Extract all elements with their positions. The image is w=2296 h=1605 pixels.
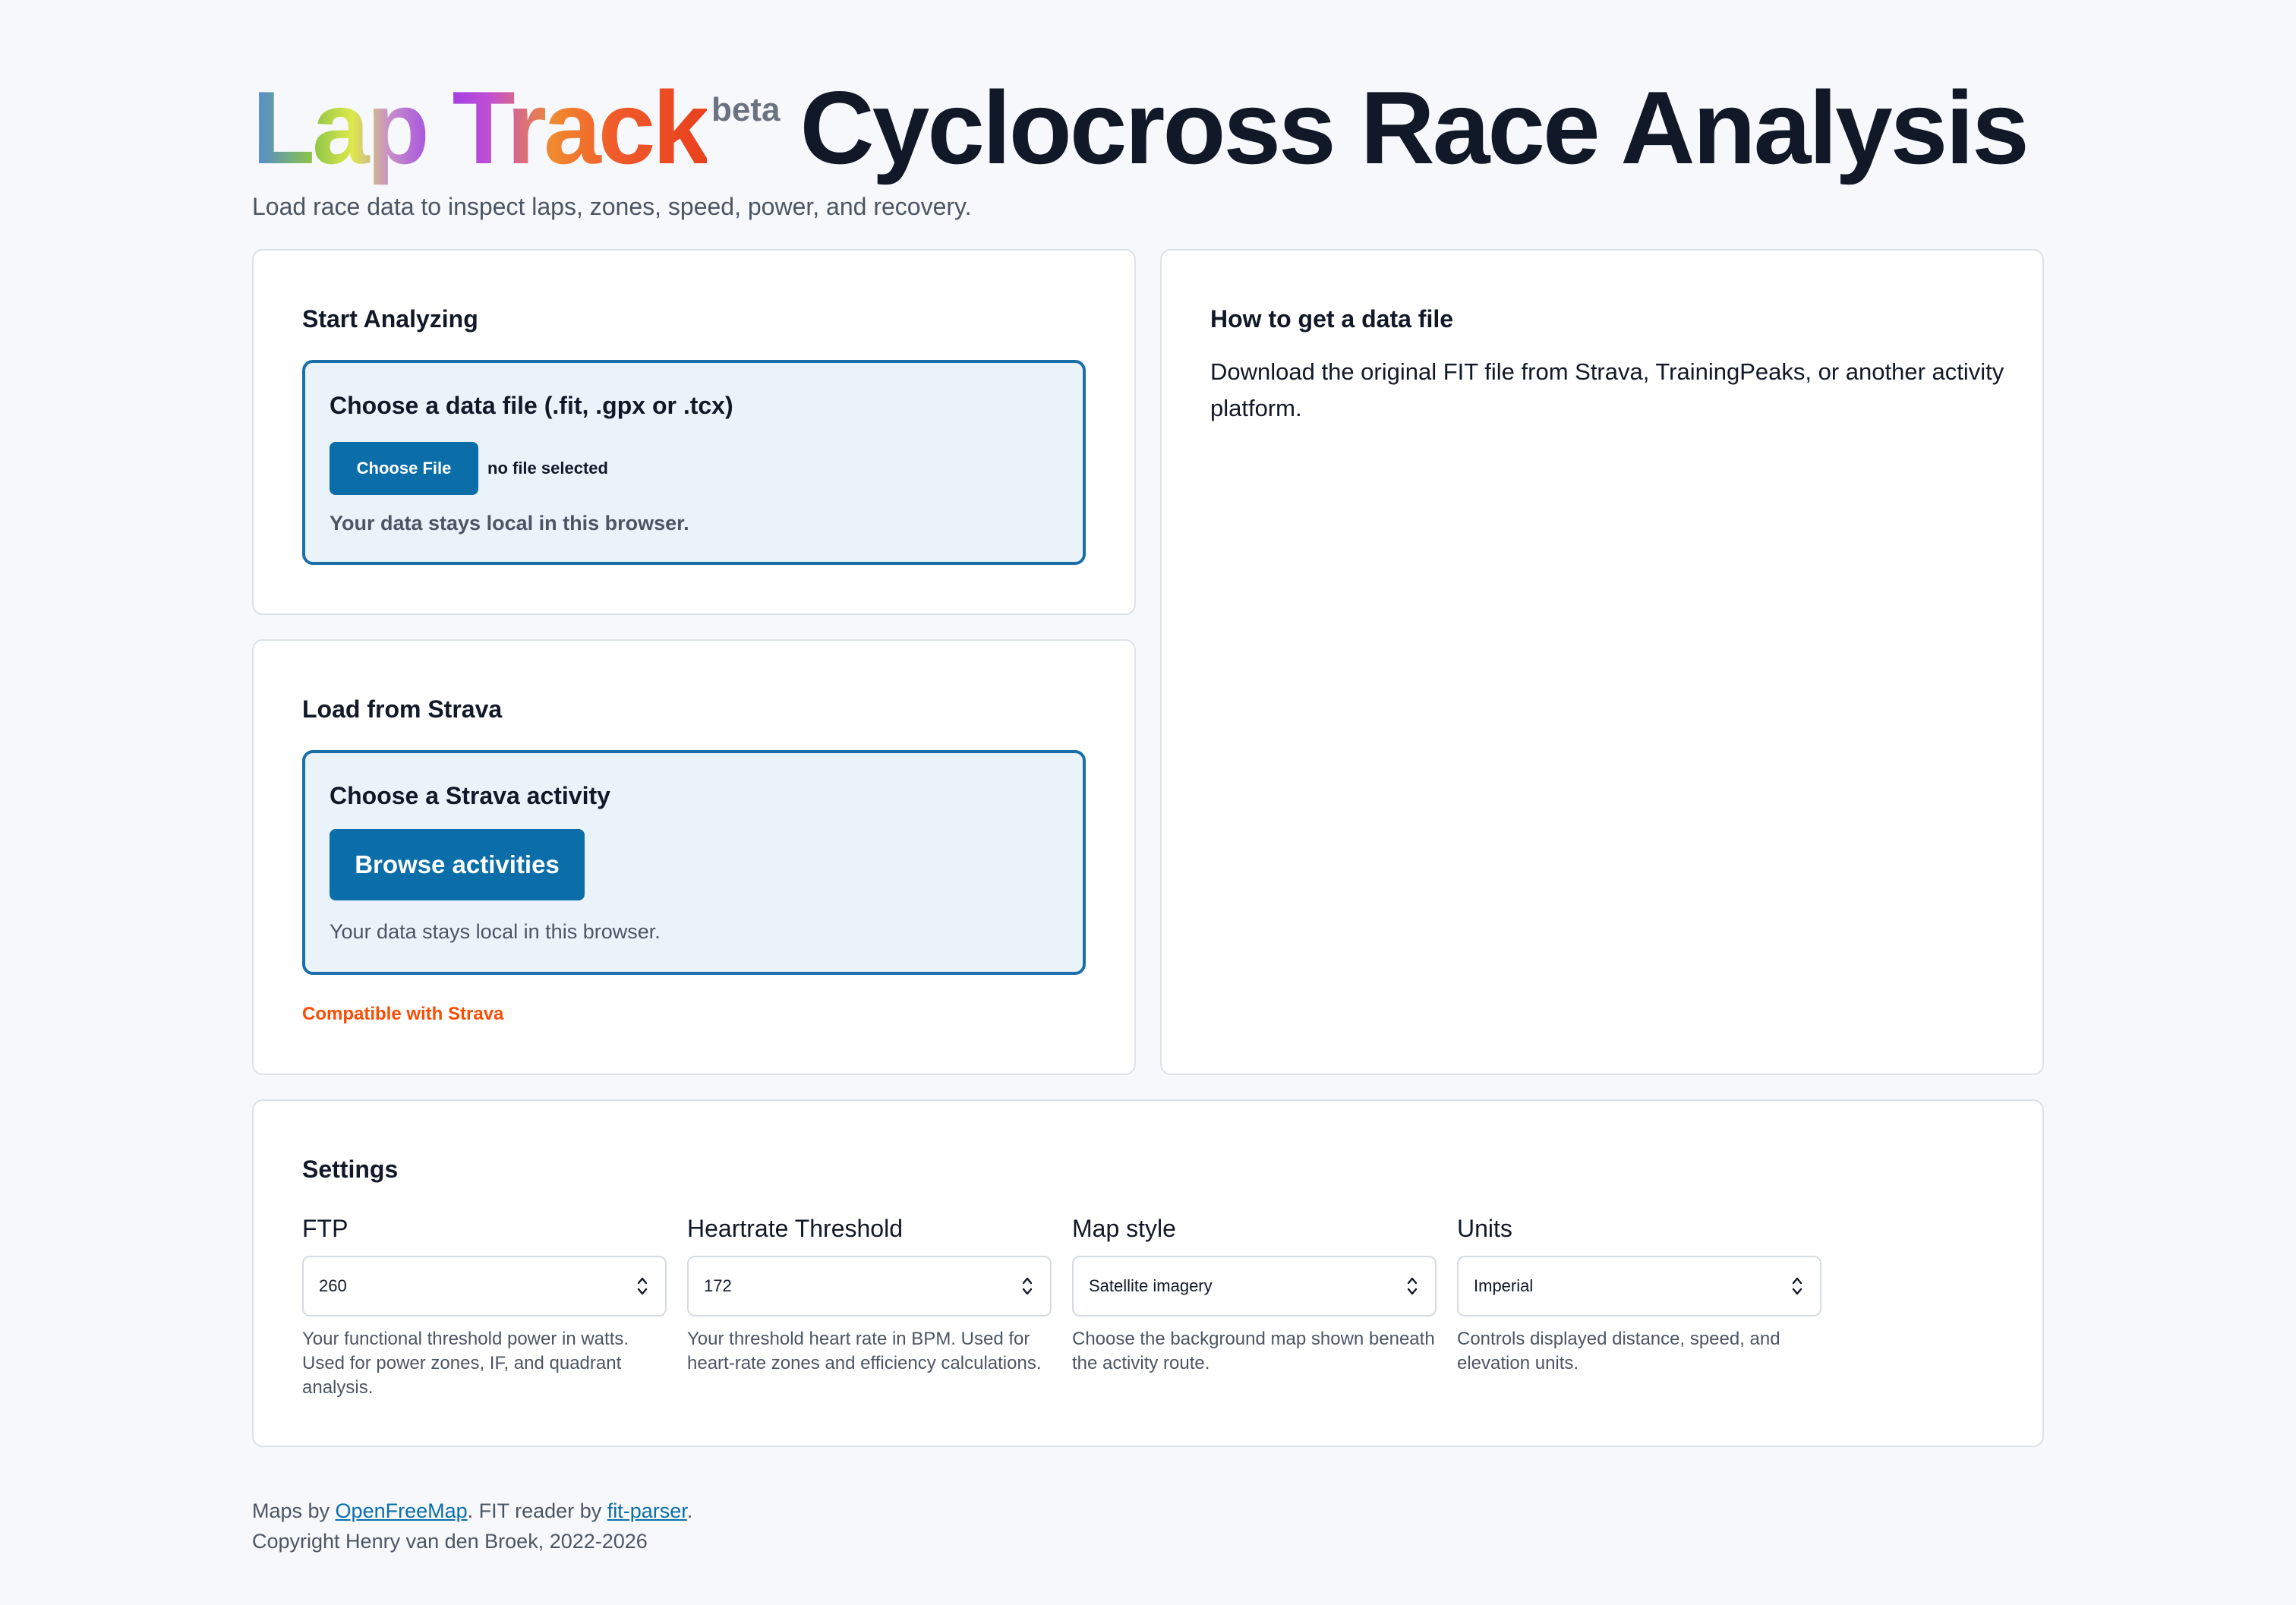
footer-period: .	[686, 1499, 693, 1522]
footer-credits: Maps by OpenFreeMap. FIT reader by fit-p…	[252, 1496, 692, 1526]
ftp-help: Your functional threshold power in watts…	[302, 1329, 629, 1398]
hr-help: Your threshold heart rate in BPM. Used f…	[687, 1329, 1042, 1373]
units-setting: Units Imperial Controls displayed distan…	[1457, 1213, 1821, 1376]
map-style-setting: Map style Satellite imagery Choose the b…	[1072, 1213, 1437, 1376]
strava-card: Load from Strava Choose a Strava activit…	[252, 639, 1136, 1075]
units-select[interactable]: Imperial	[1457, 1256, 1821, 1316]
hr-threshold-input[interactable]: 172	[687, 1256, 1052, 1316]
chevron-updown-icon	[1792, 1277, 1802, 1295]
start-analyzing-card: Start Analyzing Choose a data file (.fit…	[252, 249, 1136, 615]
openfreemap-link[interactable]: OpenFreeMap	[336, 1499, 468, 1522]
units-help: Controls displayed distance, speed, and …	[1457, 1329, 1780, 1373]
ftp-setting: FTP 260 Your functional threshold power …	[302, 1213, 667, 1400]
help-card: How to get a data file Download the orig…	[1160, 249, 2044, 1075]
app-logo[interactable]: Lap Track	[252, 70, 710, 185]
ftp-input[interactable]: 260	[302, 1256, 667, 1316]
page-subtitle: Load race data to inspect laps, zones, s…	[252, 193, 972, 220]
footer-copyright: Copyright Henry van den Broek, 2022-2026	[252, 1530, 648, 1553]
ftp-value: 260	[319, 1276, 347, 1295]
ftp-label: FTP	[302, 1215, 348, 1242]
chevron-updown-icon	[1407, 1277, 1418, 1295]
file-dropzone[interactable]: Choose a data file (.fit, .gpx or .tcx) …	[302, 360, 1086, 565]
hr-value: 172	[704, 1276, 732, 1295]
beta-badge: beta	[711, 91, 781, 128]
start-analyzing-title: Start Analyzing	[302, 305, 478, 333]
choose-file-button[interactable]: Choose File	[330, 442, 478, 495]
strava-compatible-badge: Compatible with Strava	[302, 1004, 504, 1024]
map-style-select[interactable]: Satellite imagery	[1072, 1256, 1437, 1316]
map-style-help: Choose the background map shown beneath …	[1072, 1329, 1435, 1373]
page-title: Cyclocross Race Analysis	[800, 70, 2029, 185]
file-status: no file selected	[487, 459, 608, 478]
help-card-text: Download the original FIT file from Stra…	[1210, 358, 2004, 421]
map-style-value: Satellite imagery	[1089, 1276, 1213, 1295]
stepper-icon[interactable]	[1021, 1275, 1033, 1297]
strava-dropzone-title: Choose a Strava activity	[330, 782, 610, 809]
browse-activities-button[interactable]: Browse activities	[330, 829, 585, 900]
help-card-title: How to get a data file	[1210, 305, 1454, 333]
strava-card-title: Load from Strava	[302, 695, 503, 723]
fit-parser-link[interactable]: fit-parser	[607, 1499, 687, 1522]
strava-privacy-note: Your data stays local in this browser.	[330, 920, 661, 943]
settings-card: Settings FTP 260 Your functional thresho…	[252, 1099, 2044, 1447]
file-privacy-note: Your data stays local in this browser.	[330, 512, 689, 534]
units-value: Imperial	[1474, 1276, 1534, 1295]
footer-maps-text: Maps by	[252, 1499, 336, 1522]
hr-label: Heartrate Threshold	[687, 1215, 903, 1242]
stepper-icon[interactable]	[636, 1275, 648, 1297]
strava-dropzone: Choose a Strava activity Browse activiti…	[302, 750, 1086, 975]
footer: Maps by OpenFreeMap. FIT reader by fit-p…	[252, 1496, 692, 1556]
hr-setting: Heartrate Threshold 172 Your threshold h…	[687, 1213, 1052, 1376]
page-header: Lap Track beta Cyclocross Race Analysis	[252, 70, 2030, 185]
file-dropzone-title: Choose a data file (.fit, .gpx or .tcx)	[330, 392, 733, 419]
settings-title: Settings	[302, 1156, 399, 1183]
map-style-label: Map style	[1072, 1215, 1176, 1242]
footer-fit-text: . FIT reader by	[467, 1499, 607, 1522]
units-label: Units	[1457, 1215, 1512, 1242]
